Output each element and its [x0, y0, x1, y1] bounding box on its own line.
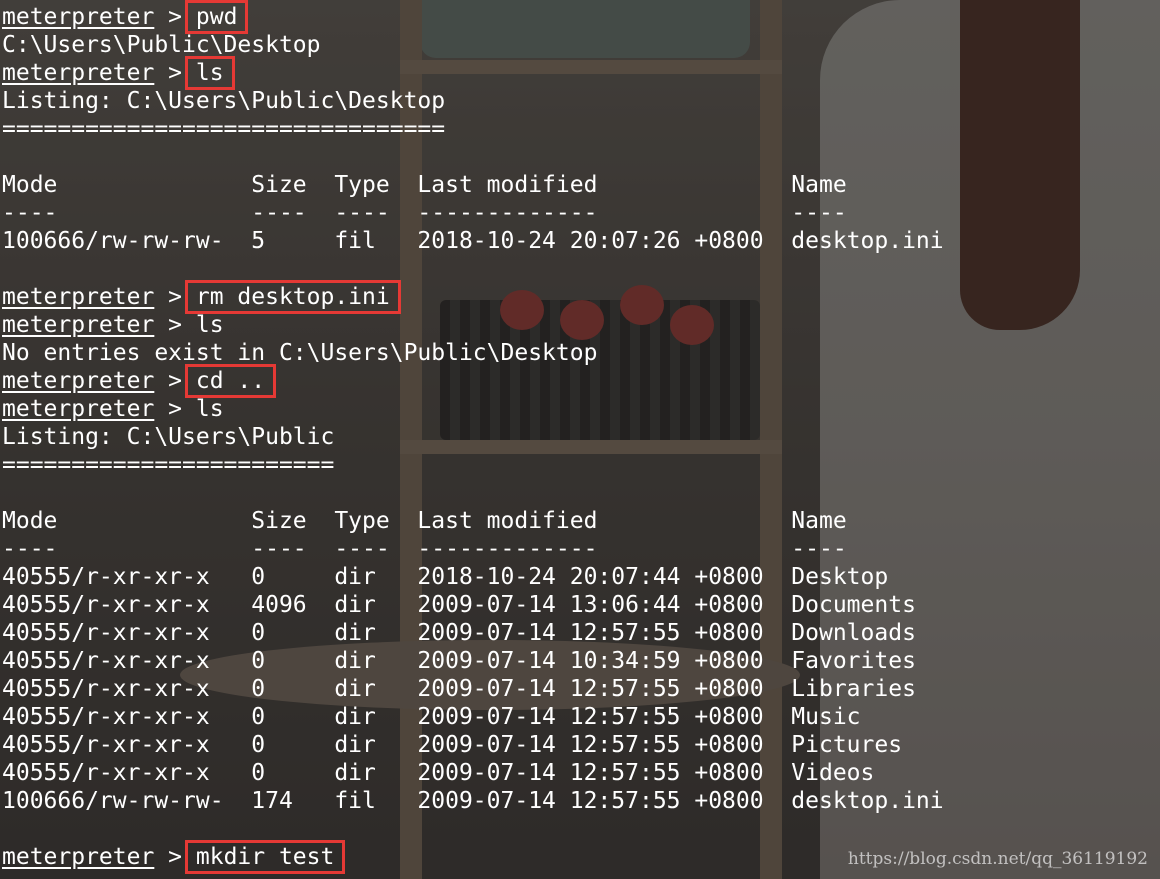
output-line: Mode Size Type Last modified Name [2, 172, 847, 198]
meterpreter-prompt: meterpreter [2, 4, 155, 30]
output-line: ======================== [2, 452, 335, 478]
output-line: ================================ [2, 116, 446, 142]
output-line: ---- ---- ---- ------------- ---- [2, 200, 847, 226]
highlighted-command: rm desktop.ini [184, 280, 401, 314]
output-line: ---- ---- ---- ------------- ---- [2, 536, 847, 562]
output-line: 40555/r-xr-xr-x 0 dir 2018-10-24 20:07:4… [2, 564, 889, 590]
output-line: 40555/r-xr-xr-x 0 dir 2009-07-14 10:34:5… [2, 648, 916, 674]
highlighted-command: ls [184, 56, 235, 90]
meterpreter-prompt: meterpreter [2, 844, 155, 870]
command-text: ls [195, 312, 224, 338]
output-line: 40555/r-xr-xr-x 0 dir 2009-07-14 12:57:5… [2, 620, 916, 646]
watermark-url: https://blog.csdn.net/qq_36119192 [847, 849, 1148, 869]
highlighted-command: pwd [184, 0, 249, 34]
meterpreter-prompt: meterpreter [2, 368, 155, 394]
output-line: Mode Size Type Last modified Name [2, 508, 847, 534]
command-text: ls [195, 396, 224, 422]
output-line: 40555/r-xr-xr-x 4096 dir 2009-07-14 13:0… [2, 592, 916, 618]
meterpreter-prompt: meterpreter [2, 284, 155, 310]
meterpreter-prompt: meterpreter [2, 60, 155, 86]
command-line: meterpreter > pwd [2, 0, 1160, 34]
prompt-separator: > [154, 312, 196, 338]
terminal-output[interactable]: meterpreter > pwd C:\Users\Public\Desktop… [2, 0, 1160, 874]
command-line: meterpreter > ls [2, 56, 1160, 90]
output-line: 100666/rw-rw-rw- 174 fil 2009-07-14 12:5… [2, 788, 944, 814]
output-line: 40555/r-xr-xr-x 0 dir 2009-07-14 12:57:5… [2, 676, 916, 702]
command-line: meterpreter > ls [2, 395, 1160, 423]
command-line: meterpreter > cd .. [2, 364, 1160, 398]
output-line: Listing: C:\Users\Public\Desktop [2, 88, 446, 114]
output-line: C:\Users\Public\Desktop [2, 32, 321, 58]
highlighted-command: mkdir test [184, 840, 346, 874]
output-line: 40555/r-xr-xr-x 0 dir 2009-07-14 12:57:5… [2, 732, 903, 758]
output-line: No entries exist in C:\Users\Public\Desk… [2, 340, 598, 366]
meterpreter-prompt: meterpreter [2, 396, 155, 422]
prompt-separator: > [154, 396, 196, 422]
output-line: 40555/r-xr-xr-x 0 dir 2009-07-14 12:57:5… [2, 760, 875, 786]
output-line: 40555/r-xr-xr-x 0 dir 2009-07-14 12:57:5… [2, 704, 861, 730]
command-line: meterpreter > rm desktop.ini [2, 280, 1160, 314]
meterpreter-prompt: meterpreter [2, 312, 155, 338]
output-line: 100666/rw-rw-rw- 5 fil 2018-10-24 20:07:… [2, 228, 944, 254]
command-line: meterpreter > ls [2, 311, 1160, 339]
output-line: Listing: C:\Users\Public [2, 424, 335, 450]
highlighted-command: cd .. [184, 364, 277, 398]
